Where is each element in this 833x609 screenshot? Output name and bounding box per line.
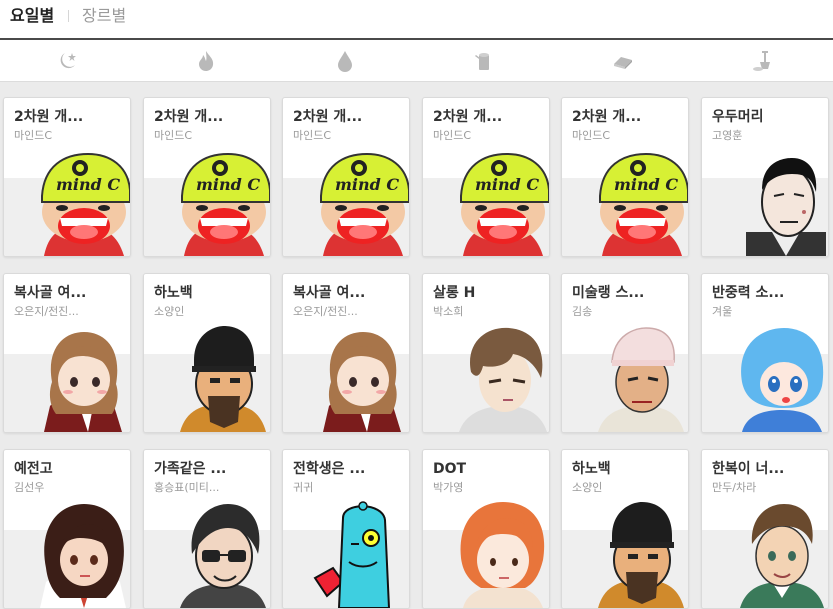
card-title: 예전고	[14, 461, 53, 477]
card-author: 오은지/전진...	[14, 305, 79, 318]
webtoon-card[interactable]: 우두머리 고영훈	[701, 97, 829, 257]
card-thumbnail	[174, 498, 270, 608]
webtoon-grid: 2차원 개... 마인드C mind C 2차원 개... 마인드C mind …	[0, 81, 833, 609]
card-title: 가족같은 ...	[154, 461, 227, 477]
card-thumbnail: mind C	[592, 146, 688, 256]
webtoon-card[interactable]: 가족같은 ... 홍승표(미티...	[143, 449, 271, 609]
webtoon-card[interactable]: 반중력 소... 겨울	[701, 273, 829, 433]
card-thumbnail	[732, 498, 828, 608]
card-author: 마인드C	[572, 129, 611, 142]
webtoon-card[interactable]: 전학생은 ... 귀귀	[282, 449, 410, 609]
card-title: 2차원 개...	[433, 109, 503, 125]
day-button-1[interactable]	[0, 40, 139, 81]
card-author: 마인드C	[154, 129, 193, 142]
card-author: 마인드C	[433, 129, 472, 142]
card-title: 2차원 개...	[572, 109, 642, 125]
weekday-selector	[0, 40, 833, 82]
svg-text:mind C: mind C	[335, 175, 399, 194]
card-title: 살롱 H	[433, 285, 476, 301]
day-button-3[interactable]	[278, 40, 417, 81]
card-thumbnail: mind C	[313, 146, 409, 256]
card-author: 오은지/전진...	[293, 305, 358, 318]
card-title: 하노백	[154, 285, 193, 301]
card-title: 2차원 개...	[14, 109, 84, 125]
card-title: 2차원 개...	[293, 109, 363, 125]
fire-icon	[195, 50, 217, 72]
card-title: 반중력 소...	[712, 285, 785, 301]
card-author: 홍승표(미티...	[154, 481, 220, 494]
day-button-5[interactable]	[556, 40, 695, 81]
card-thumbnail	[34, 498, 130, 608]
moon-icon	[56, 50, 78, 72]
card-author: 마인드C	[14, 129, 53, 142]
shovel-icon	[751, 50, 773, 72]
svg-text:mind C: mind C	[614, 175, 678, 194]
card-thumbnail	[732, 146, 828, 256]
webtoon-card[interactable]: 미술랭 스... 김송	[561, 273, 689, 433]
svg-text:mind C: mind C	[196, 175, 260, 194]
webtoon-card[interactable]: 살롱 H 박소희	[422, 273, 550, 433]
webtoon-card[interactable]: 하노백 소양인	[561, 449, 689, 609]
webtoon-card[interactable]: 2차원 개... 마인드C mind C	[3, 97, 131, 257]
card-title: 2차원 개...	[154, 109, 224, 125]
card-author: 소양인	[572, 481, 603, 494]
gold-bar-icon	[612, 50, 634, 72]
day-button-4[interactable]	[417, 40, 556, 81]
card-title: 복사골 여...	[14, 285, 87, 301]
webtoon-card[interactable]: 2차원 개... 마인드C mind C	[282, 97, 410, 257]
card-thumbnail	[34, 322, 130, 432]
tab-by-day[interactable]: 요일별	[10, 6, 54, 26]
card-author: 만두/차라	[712, 481, 757, 494]
card-thumbnail	[453, 322, 549, 432]
card-title: 하노백	[572, 461, 611, 477]
webtoon-card[interactable]: 2차원 개... 마인드C mind C	[422, 97, 550, 257]
webtoon-card[interactable]: 하노백 소양인	[143, 273, 271, 433]
tab-by-genre[interactable]: 장르별	[82, 6, 126, 26]
card-thumbnail: mind C	[453, 146, 549, 256]
tree-stump-icon	[473, 50, 495, 72]
card-author: 고영훈	[712, 129, 743, 142]
webtoon-card[interactable]: 복사골 여... 오은지/전진...	[282, 273, 410, 433]
card-thumbnail	[592, 322, 688, 432]
card-thumbnail	[313, 498, 409, 608]
card-author: 귀귀	[293, 481, 314, 494]
card-title: 전학생은 ...	[293, 461, 366, 477]
card-author: 김선우	[14, 481, 45, 494]
webtoon-card[interactable]: 한복이 너... 만두/차라	[701, 449, 829, 609]
webtoon-card[interactable]: DOT 박가영	[422, 449, 550, 609]
card-thumbnail	[453, 498, 549, 608]
card-title: DOT	[433, 461, 467, 477]
card-author: 박소희	[433, 305, 464, 318]
card-thumbnail: mind C	[34, 146, 130, 256]
card-title: 복사골 여...	[293, 285, 366, 301]
card-title: 한복이 너...	[712, 461, 785, 477]
webtoon-card[interactable]: 복사골 여... 오은지/전진...	[3, 273, 131, 433]
svg-text:mind C: mind C	[56, 175, 120, 194]
webtoon-card[interactable]: 예전고 김선우	[3, 449, 131, 609]
card-thumbnail	[732, 322, 828, 432]
card-author: 김송	[572, 305, 593, 318]
card-thumbnail	[592, 498, 688, 608]
header-tabs: 요일별 장르별	[0, 0, 833, 40]
card-author: 마인드C	[293, 129, 332, 142]
card-author: 박가영	[433, 481, 464, 494]
card-author: 소양인	[154, 305, 185, 318]
tab-divider	[68, 10, 69, 22]
card-thumbnail	[174, 322, 270, 432]
card-thumbnail: mind C	[174, 146, 270, 256]
card-title: 미술랭 스...	[572, 285, 645, 301]
card-title: 우두머리	[712, 109, 764, 125]
day-button-6[interactable]	[695, 40, 833, 81]
day-button-2[interactable]	[139, 40, 278, 81]
webtoon-card[interactable]: 2차원 개... 마인드C mind C	[561, 97, 689, 257]
svg-text:mind C: mind C	[475, 175, 539, 194]
webtoon-card[interactable]: 2차원 개... 마인드C mind C	[143, 97, 271, 257]
card-author: 겨울	[712, 305, 733, 318]
card-thumbnail	[313, 322, 409, 432]
water-drop-icon	[334, 50, 356, 72]
